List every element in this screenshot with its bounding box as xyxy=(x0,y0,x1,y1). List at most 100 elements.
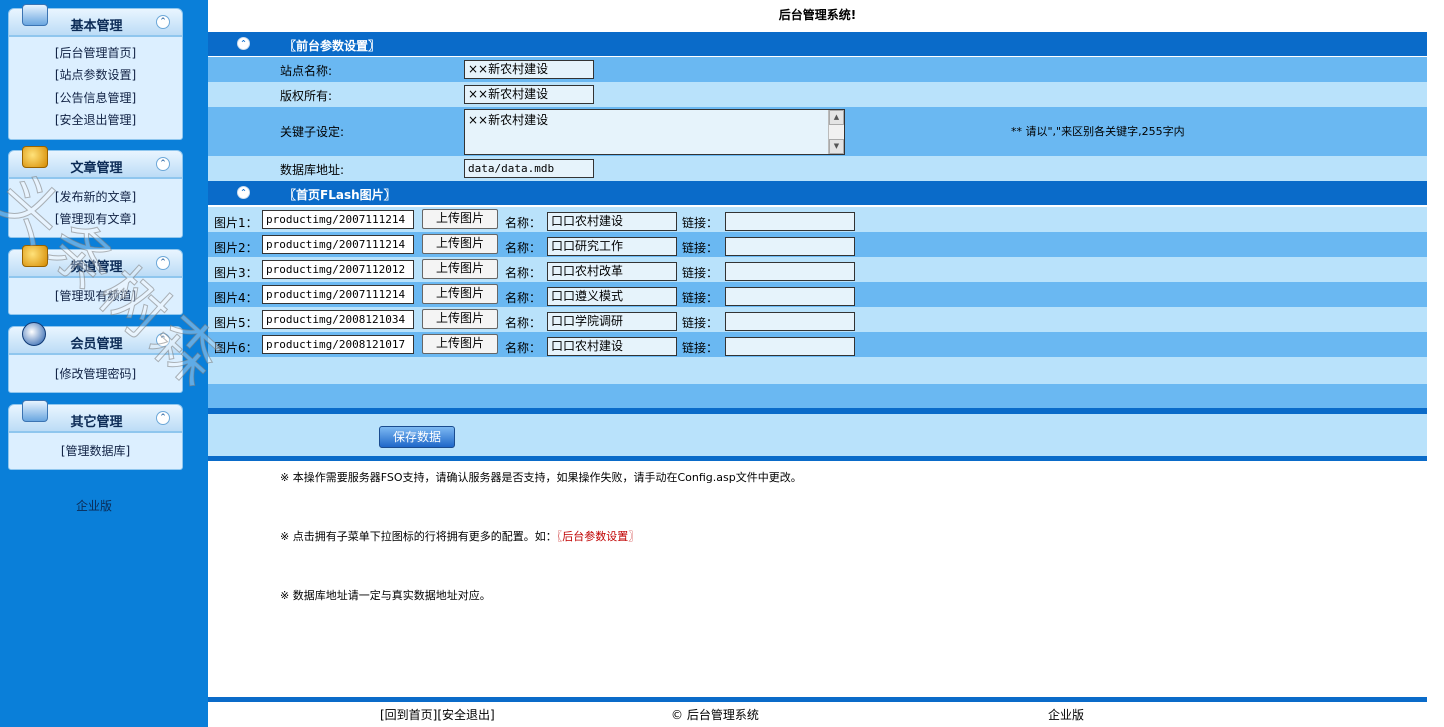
sidebar-item-manage-database[interactable]: [管理数据库] xyxy=(8,442,183,459)
image-link-input[interactable] xyxy=(725,287,855,306)
site-name-input[interactable]: ××新农村建设 xyxy=(464,60,594,79)
sidebar: 基本管理 ⌃ [后台管理首页] [站点参数设置] [公告信息管理] [安全退出管… xyxy=(0,0,208,727)
image-row: 图片4： productimg/2007111214 上传图片 名称： 口口遵义… xyxy=(208,282,1427,307)
section-flash-images-header[interactable]: ⌃ 〖首页FLash图片〗 xyxy=(208,181,1427,205)
form-row-keywords: 关键子设定: ××新农村建设 ▲ ▼ ** 请以","来区别各关键字,255字内 xyxy=(208,107,1427,156)
footer-edition: 企业版 xyxy=(1048,708,1085,722)
image-path-input[interactable]: productimg/2007111214 xyxy=(262,285,414,304)
keywords-value: ××新农村建设 xyxy=(468,113,549,127)
upload-image-button[interactable]: 上传图片 xyxy=(422,234,498,254)
image-name-input[interactable]: 口口学院调研 xyxy=(547,312,677,331)
note-fso: ※ 本操作需要服务器FSO支持，请确认服务器是否支持，如果操作失败，请手动在Co… xyxy=(280,471,802,484)
image-path-input[interactable]: productimg/2007112012 xyxy=(262,260,414,279)
collapse-icon[interactable]: ⌃ xyxy=(237,37,250,50)
note-submenu-text: ※ 点击拥有子菜单下拉图标的行将拥有更多的配置。如： xyxy=(280,530,557,543)
sidebar-item-change-password[interactable]: [修改管理密码] xyxy=(8,365,183,382)
window-icon xyxy=(22,400,48,422)
sidebar-item-logout[interactable]: [安全退出管理] xyxy=(8,111,183,128)
keywords-label: 关键子设定: xyxy=(280,125,345,139)
copyright-input[interactable]: ××新农村建设 xyxy=(464,85,594,104)
sidebar-item-admin-home[interactable]: [后台管理首页] xyxy=(8,44,183,61)
page-title: 后台管理系统! xyxy=(778,8,857,22)
form-row-site-name: 站点名称: ××新农村建设 xyxy=(208,57,1427,82)
scroll-down-icon[interactable]: ▼ xyxy=(829,139,844,154)
image-row-label: 图片6： xyxy=(214,341,258,355)
image-row: 图片2： productimg/2007111214 上传图片 名称： 口口研究… xyxy=(208,232,1427,257)
image-name-input[interactable]: 口口农村建设 xyxy=(547,337,677,356)
upload-image-button[interactable]: 上传图片 xyxy=(422,209,498,229)
upload-image-button[interactable]: 上传图片 xyxy=(422,334,498,354)
name-label: 名称： xyxy=(505,291,542,305)
image-row-label: 图片4： xyxy=(214,291,258,305)
image-path-input[interactable]: productimg/2007111214 xyxy=(262,210,414,229)
upload-image-button[interactable]: 上传图片 xyxy=(422,284,498,304)
image-name-input[interactable]: 口口农村建设 xyxy=(547,212,677,231)
collapse-icon[interactable]: ⌃ xyxy=(156,411,170,425)
link-label: 链接： xyxy=(682,291,719,305)
name-label: 名称： xyxy=(505,316,542,330)
image-link-input[interactable] xyxy=(725,237,855,256)
sidebar-edition: 企业版 xyxy=(75,499,112,513)
collapse-icon[interactable]: ⌃ xyxy=(156,333,170,347)
image-row-label: 图片1： xyxy=(214,216,258,230)
sidebar-item-manage-channel[interactable]: [管理现有频道] xyxy=(8,287,183,304)
sidebar-item-notice[interactable]: [公告信息管理] xyxy=(8,89,183,106)
form-row-copyright: 版权所有: ××新农村建设 xyxy=(208,82,1427,107)
footer-links[interactable]: [回到首页][安全退出] xyxy=(380,706,495,723)
site-name-label: 站点名称: xyxy=(280,64,333,78)
collapse-icon[interactable]: ⌃ xyxy=(156,256,170,270)
note-database: ※ 数据库地址请一定与真实数据地址对应。 xyxy=(280,589,491,602)
name-label: 名称： xyxy=(505,216,542,230)
image-name-input[interactable]: 口口农村改革 xyxy=(547,262,677,281)
form-row-database: 数据库地址: data/data.mdb xyxy=(208,156,1427,181)
note-submenu-link[interactable]: 〖后台参数设置〗 xyxy=(557,530,640,543)
image-row-label: 图片5： xyxy=(214,316,258,330)
main-content: 后台管理系统! ⌃ 〖前台参数设置〗 站点名称: ××新农村建设 版权所有: ×… xyxy=(208,0,1427,727)
power-icon xyxy=(22,322,46,346)
collapse-icon[interactable]: ⌃ xyxy=(156,15,170,29)
database-input[interactable]: data/data.mdb xyxy=(464,159,594,178)
collapse-icon[interactable]: ⌃ xyxy=(237,186,250,199)
link-label: 链接： xyxy=(682,316,719,330)
note-submenu: ※ 点击拥有子菜单下拉图标的行将拥有更多的配置。如：〖后台参数设置〗 xyxy=(280,528,639,544)
copyright-label: 版权所有: xyxy=(280,89,333,103)
image-link-input[interactable] xyxy=(725,262,855,281)
link-label: 链接： xyxy=(682,241,719,255)
image-path-input[interactable]: productimg/2008121017 xyxy=(262,335,414,354)
image-row-label: 图片3： xyxy=(214,266,258,280)
sidebar-item-site-settings[interactable]: [站点参数设置] xyxy=(8,66,183,83)
image-link-input[interactable] xyxy=(725,337,855,356)
link-label: 链接： xyxy=(682,266,719,280)
collapse-icon[interactable]: ⌃ xyxy=(156,157,170,171)
name-label: 名称： xyxy=(505,266,542,280)
name-label: 名称： xyxy=(505,241,542,255)
keywords-textarea[interactable]: ××新农村建设 ▲ ▼ xyxy=(464,109,845,155)
scroll-up-icon[interactable]: ▲ xyxy=(829,110,844,125)
name-label: 名称： xyxy=(505,341,542,355)
image-path-input[interactable]: productimg/2008121034 xyxy=(262,310,414,329)
save-button[interactable]: 保存数据 xyxy=(379,426,455,448)
keywords-scrollbar[interactable]: ▲ ▼ xyxy=(828,110,844,154)
divider xyxy=(208,456,1427,461)
image-row: 图片6： productimg/2008121017 上传图片 名称： 口口农村… xyxy=(208,332,1427,357)
sidebar-item-new-article[interactable]: [发布新的文章] xyxy=(8,188,183,205)
user-icon xyxy=(22,245,48,267)
image-row: 图片5： productimg/2008121034 上传图片 名称： 口口学院… xyxy=(208,307,1427,332)
spacer-row xyxy=(208,357,1427,384)
upload-image-button[interactable]: 上传图片 xyxy=(422,309,498,329)
image-path-input[interactable]: productimg/2007111214 xyxy=(262,235,414,254)
image-link-input[interactable] xyxy=(725,312,855,331)
footer-divider xyxy=(208,697,1427,702)
image-row: 图片1： productimg/2007111214 上传图片 名称： 口口农村… xyxy=(208,207,1427,232)
image-name-input[interactable]: 口口研究工作 xyxy=(547,237,677,256)
section-site-settings-header[interactable]: ⌃ 〖前台参数设置〗 xyxy=(208,32,1427,56)
footer-copyright: © 后台管理系统 xyxy=(671,708,759,722)
upload-image-button[interactable]: 上传图片 xyxy=(422,259,498,279)
window-icon xyxy=(22,4,48,26)
user-icon xyxy=(22,146,48,168)
image-link-input[interactable] xyxy=(725,212,855,231)
menu-article-panel xyxy=(8,178,183,238)
image-name-input[interactable]: 口口遵义模式 xyxy=(547,287,677,306)
link-label: 链接： xyxy=(682,341,719,355)
sidebar-item-manage-article[interactable]: [管理现有文章] xyxy=(8,210,183,227)
